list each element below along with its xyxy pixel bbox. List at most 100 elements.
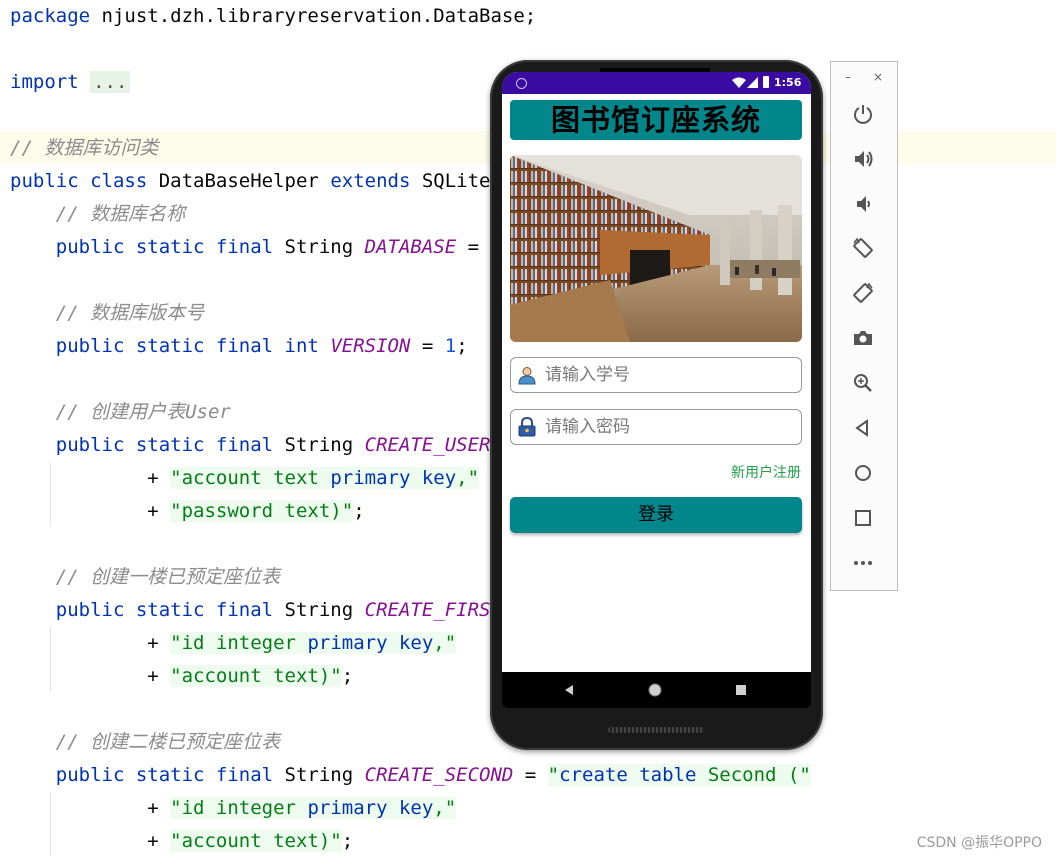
- rotate-left-icon[interactable]: [849, 234, 877, 262]
- overview-icon[interactable]: [849, 504, 877, 532]
- zoom-icon[interactable]: [849, 369, 877, 397]
- code-token: public static final: [55, 236, 274, 258]
- emulator-toolbar: – ×: [830, 61, 898, 591]
- code-token: CREATE_USER: [364, 434, 491, 456]
- code-token: // 创建用户表User: [10, 401, 231, 423]
- app-title: 图书馆订座系统: [510, 100, 802, 140]
- code-token: primary key: [307, 797, 434, 819]
- code-token: VERSION: [330, 335, 411, 357]
- code-token: public static final int: [55, 335, 319, 357]
- code-line[interactable]: public static final String DATABASE = ": [10, 231, 502, 264]
- home-icon[interactable]: [849, 459, 877, 487]
- library-banner-image: [510, 155, 802, 342]
- code-token: "id integer: [170, 797, 308, 819]
- code-token: +: [10, 830, 171, 852]
- code-token: String: [273, 236, 365, 258]
- code-line[interactable]: + "account text)";: [10, 825, 353, 858]
- code-token: primary key: [307, 632, 434, 654]
- student-id-input[interactable]: 请输入学号: [510, 357, 802, 393]
- code-token: +: [10, 665, 171, 687]
- code-token: public static final: [55, 764, 274, 786]
- code-line[interactable]: // 数据库版本号: [10, 297, 204, 330]
- code-token: ;: [341, 830, 354, 852]
- power-icon[interactable]: [849, 100, 877, 128]
- login-button[interactable]: 登录: [510, 497, 802, 533]
- folded-imports-marker[interactable]: ...: [90, 71, 131, 93]
- code-token: "account text: [170, 467, 331, 489]
- code-token: CREATE_FIRST: [364, 599, 502, 621]
- code-line[interactable]: import ...: [10, 66, 131, 99]
- code-token: ;: [341, 665, 354, 687]
- code-token: +: [10, 467, 171, 489]
- code-token: "account text)": [170, 665, 342, 687]
- code-line[interactable]: public class DataBaseHelper extends SQLi…: [10, 165, 502, 198]
- code-token: // 数据库版本号: [10, 302, 205, 324]
- code-token: public class: [10, 170, 148, 192]
- code-line[interactable]: // 创建二楼已预定座位表: [10, 726, 280, 759]
- code-token: public static final: [55, 599, 274, 621]
- code-line[interactable]: + "id integer primary key,": [10, 792, 457, 825]
- nav-overview-icon[interactable]: [736, 685, 746, 695]
- camera-icon[interactable]: [849, 324, 877, 352]
- emulator-close-button[interactable]: ×: [873, 70, 883, 84]
- student-id-placeholder: 请输入学号: [545, 365, 630, 385]
- code-token: // 创建二楼已预定座位表: [10, 731, 281, 753]
- signal-icon: [747, 77, 758, 88]
- code-token: njust.dzh.libraryreservation.DataBase;: [90, 5, 537, 27]
- code-token: // 数据库名称: [10, 203, 186, 225]
- code-token: ;: [456, 335, 468, 357]
- code-line[interactable]: // 数据库名称: [10, 198, 185, 231]
- back-icon[interactable]: [849, 414, 877, 442]
- code-line[interactable]: public static final String CREATE_USER: [10, 429, 491, 462]
- code-token: "password text)": [170, 500, 354, 522]
- code-token: SQLiteO: [410, 170, 502, 192]
- volume-down-icon[interactable]: [849, 190, 877, 218]
- user-icon: [518, 367, 536, 385]
- code-token: CREATE_SECOND: [364, 764, 514, 786]
- code-line[interactable]: public static final int VERSION = 1;: [10, 330, 468, 363]
- code-token: create table: [559, 764, 697, 786]
- code-line[interactable]: public static final String CREATE_SECOND…: [10, 759, 811, 792]
- rotate-right-icon[interactable]: [849, 279, 877, 307]
- code-line[interactable]: public static final String CREATE_FIRST: [10, 594, 502, 627]
- code-token: =: [513, 764, 548, 786]
- code-token: "id integer: [170, 632, 308, 654]
- code-line[interactable]: package njust.dzh.libraryreservation.Dat…: [10, 0, 536, 33]
- code-token: ": [547, 764, 560, 786]
- nav-home-icon[interactable]: [648, 683, 662, 697]
- speaker-grille: [608, 727, 704, 733]
- code-token: ,": [433, 797, 457, 819]
- emulator-minimize-button[interactable]: –: [845, 70, 851, 84]
- nav-back-icon[interactable]: [564, 685, 574, 695]
- password-input[interactable]: 请输入密码: [510, 409, 802, 445]
- code-line[interactable]: // 创建用户表User: [10, 396, 231, 429]
- wifi-icon: [732, 77, 746, 88]
- code-line[interactable]: + "account text primary key,": [10, 462, 480, 495]
- code-token: Second (": [696, 764, 811, 786]
- register-link[interactable]: 新用户注册: [731, 462, 801, 482]
- code-token: String: [273, 764, 365, 786]
- code-token: import: [10, 71, 79, 93]
- code-token: "account text)": [170, 830, 342, 852]
- volume-up-icon[interactable]: [849, 145, 877, 173]
- code-token: +: [10, 500, 171, 522]
- code-line[interactable]: + "id integer primary key,": [10, 627, 457, 660]
- code-token: // 数据库访问类: [10, 137, 159, 159]
- phone-screen[interactable]: 1:56 图书馆订座系统 请输入学号 请输入密码 新用户注册 登录: [502, 72, 811, 708]
- status-dot-icon: [516, 78, 527, 89]
- code-line[interactable]: + "password text)";: [10, 495, 365, 528]
- status-time: 1:56: [774, 76, 802, 89]
- code-line[interactable]: // 数据库访问类: [10, 132, 158, 165]
- android-nav-bar: [502, 672, 811, 708]
- code-token: DataBaseHelper: [147, 170, 331, 192]
- code-line[interactable]: // 创建一楼已预定座位表: [10, 561, 280, 594]
- more-icon[interactable]: [849, 549, 877, 577]
- code-line[interactable]: + "account text)";: [10, 660, 353, 693]
- code-token: package: [10, 5, 91, 27]
